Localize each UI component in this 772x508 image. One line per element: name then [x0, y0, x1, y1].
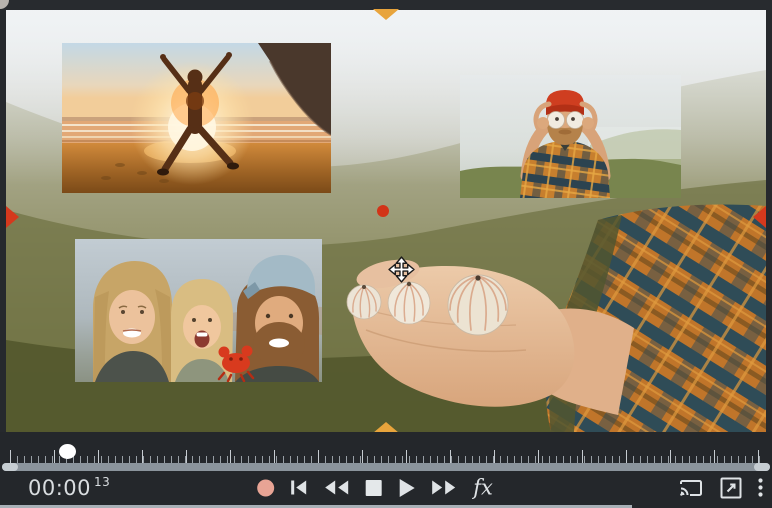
record-icon [257, 479, 274, 496]
move-cursor-icon [388, 256, 415, 283]
fx-label: fx [473, 477, 493, 498]
playback-panel: 00:0013 [0, 432, 772, 508]
scrollbar-right-handle[interactable] [754, 463, 770, 471]
overlay-family-selfie[interactable] [75, 239, 322, 382]
overlay-urchin-eyes[interactable] [460, 75, 681, 198]
play-button[interactable] [398, 478, 415, 497]
cast-button[interactable] [678, 478, 704, 498]
transport-controls: fx [257, 477, 493, 498]
timecode-main: 00:00 [28, 476, 91, 500]
stop-button[interactable] [365, 479, 382, 496]
more-vertical-icon [758, 478, 763, 497]
fast-forward-icon [431, 480, 457, 496]
timecode: 00:0013 [28, 476, 110, 500]
skip-to-start-button[interactable] [290, 480, 307, 496]
fx-button[interactable]: fx [473, 477, 493, 498]
fit-to-screen-icon [720, 477, 742, 499]
record-button[interactable] [257, 479, 274, 496]
more-options-button[interactable] [758, 478, 763, 497]
selection-handle-top[interactable] [373, 9, 399, 20]
playhead[interactable] [59, 444, 76, 459]
player-right-controls [678, 477, 763, 499]
cast-icon [678, 478, 704, 498]
ruler-major-ticks [10, 450, 766, 463]
video-preview-window: 00:0013 [0, 0, 772, 508]
seek-ruler[interactable] [6, 448, 766, 463]
timecode-frames: 13 [94, 475, 110, 489]
selection-handle-right[interactable] [753, 206, 766, 228]
stop-icon [365, 479, 382, 496]
scrollbar-left-handle[interactable] [2, 463, 18, 471]
timeline-scrollbar[interactable] [2, 463, 770, 471]
fit-to-screen-button[interactable] [720, 477, 742, 499]
overlay-beach-jump[interactable] [62, 43, 331, 193]
rewind-button[interactable] [323, 480, 349, 496]
play-icon [398, 478, 415, 497]
transport-bar: 00:0013 [0, 471, 772, 504]
preview-canvas[interactable] [6, 10, 766, 432]
fast-forward-button[interactable] [431, 480, 457, 496]
selection-center-anchor[interactable] [377, 205, 389, 217]
selection-handle-left[interactable] [6, 206, 19, 228]
rewind-icon [323, 480, 349, 496]
skip-to-start-icon [290, 480, 307, 496]
